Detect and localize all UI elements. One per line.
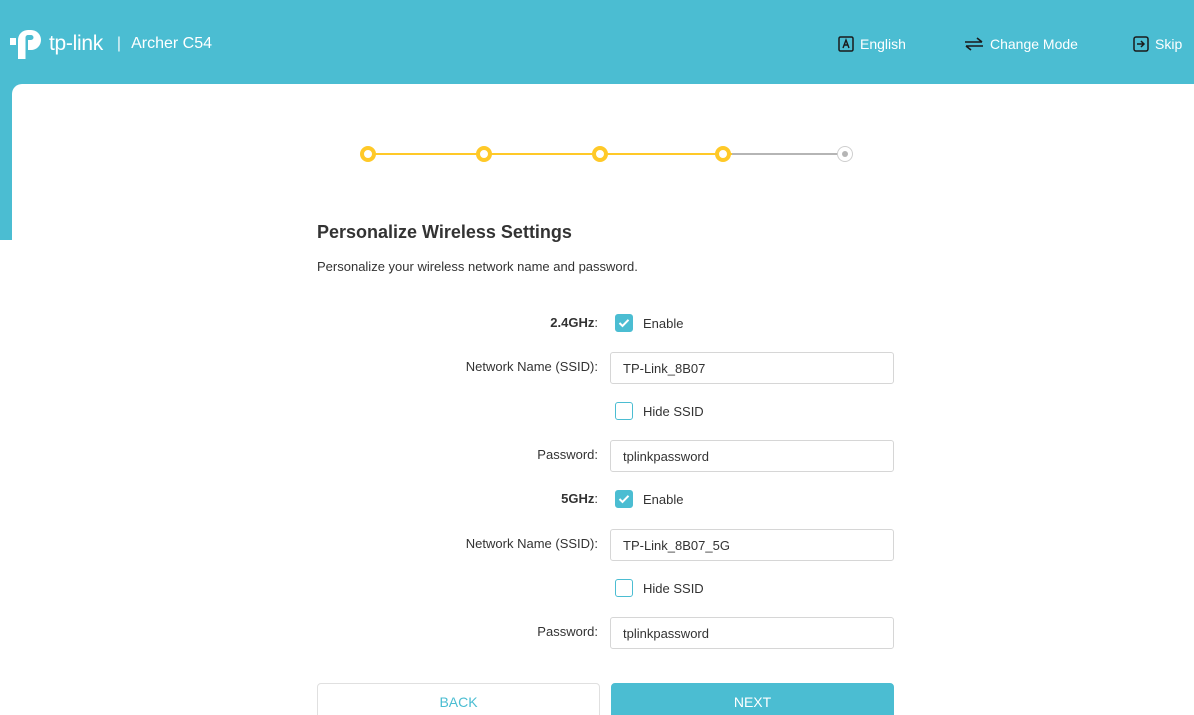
skip-link[interactable]: Skip [1133, 30, 1182, 58]
enable-label: Enable [643, 315, 684, 331]
step-dot-3 [592, 146, 608, 162]
band-24-enable-row: 2.4GHz: Enable [0, 308, 1194, 338]
checkbox-unchecked-icon [615, 579, 633, 597]
band-24-hide-row: Hide SSID [0, 396, 1194, 426]
ssid-label: Network Name (SSID): [465, 536, 598, 551]
band-24-ssid-input[interactable] [610, 352, 894, 384]
band-5-ssid-input[interactable] [610, 529, 894, 561]
exit-icon [1133, 36, 1149, 52]
page-title: Personalize Wireless Settings [317, 222, 572, 242]
next-button[interactable]: NEXT [611, 683, 894, 715]
skip-label: Skip [1155, 36, 1183, 52]
page-subtitle: Personalize your wireless network name a… [317, 259, 638, 274]
back-button[interactable]: BACK [317, 683, 600, 715]
band-5-password-row: Password: [0, 617, 1194, 649]
step-dot-5 [837, 146, 853, 162]
language-selector[interactable]: English [838, 30, 906, 58]
step-dot-4 [715, 146, 731, 162]
top-nav: English Change Mode Skip [0, 30, 1194, 58]
language-label: English [860, 36, 906, 52]
password-label: Password: [537, 624, 598, 639]
band-24-ssid-row: Network Name (SSID): [0, 352, 1194, 384]
band-24-label: 2.4GHz: [550, 315, 598, 330]
band-5-enable-checkbox[interactable]: Enable [615, 490, 683, 508]
hide-ssid-label: Hide SSID [643, 403, 704, 419]
checkbox-checked-icon [615, 314, 633, 332]
band-5-label: 5GHz: [561, 491, 598, 506]
band-5-enable-row: 5GHz: Enable [0, 484, 1194, 514]
hide-ssid-label: Hide SSID [643, 580, 704, 596]
enable-label: Enable [643, 491, 684, 507]
change-mode-label: Change Mode [990, 36, 1078, 52]
step-dot-1 [360, 146, 376, 162]
progress-stepper [354, 141, 854, 167]
swap-icon [965, 37, 983, 51]
step-connector [600, 153, 716, 155]
checkbox-unchecked-icon [615, 402, 633, 420]
band-24-password-row: Password: [0, 440, 1194, 472]
band-24-password-input[interactable] [610, 440, 894, 472]
band-5-hide-ssid-checkbox[interactable]: Hide SSID [615, 579, 704, 597]
password-label: Password: [537, 447, 598, 462]
band-5-ssid-row: Network Name (SSID): [0, 529, 1194, 561]
ssid-label: Network Name (SSID): [465, 359, 598, 374]
step-connector [368, 153, 484, 155]
change-mode-link[interactable]: Change Mode [964, 30, 1078, 58]
step-dot-2 [476, 146, 492, 162]
step-connector [484, 153, 600, 155]
band-24-enable-checkbox[interactable]: Enable [615, 314, 683, 332]
band-5-password-input[interactable] [610, 617, 894, 649]
step-connector [732, 153, 838, 155]
checkbox-checked-icon [615, 490, 633, 508]
band-5-hide-row: Hide SSID [0, 573, 1194, 603]
language-icon [838, 36, 854, 52]
setup-wizard: tp-link | Archer C54 English Change Mode [0, 0, 1194, 715]
band-24-hide-ssid-checkbox[interactable]: Hide SSID [615, 402, 704, 420]
